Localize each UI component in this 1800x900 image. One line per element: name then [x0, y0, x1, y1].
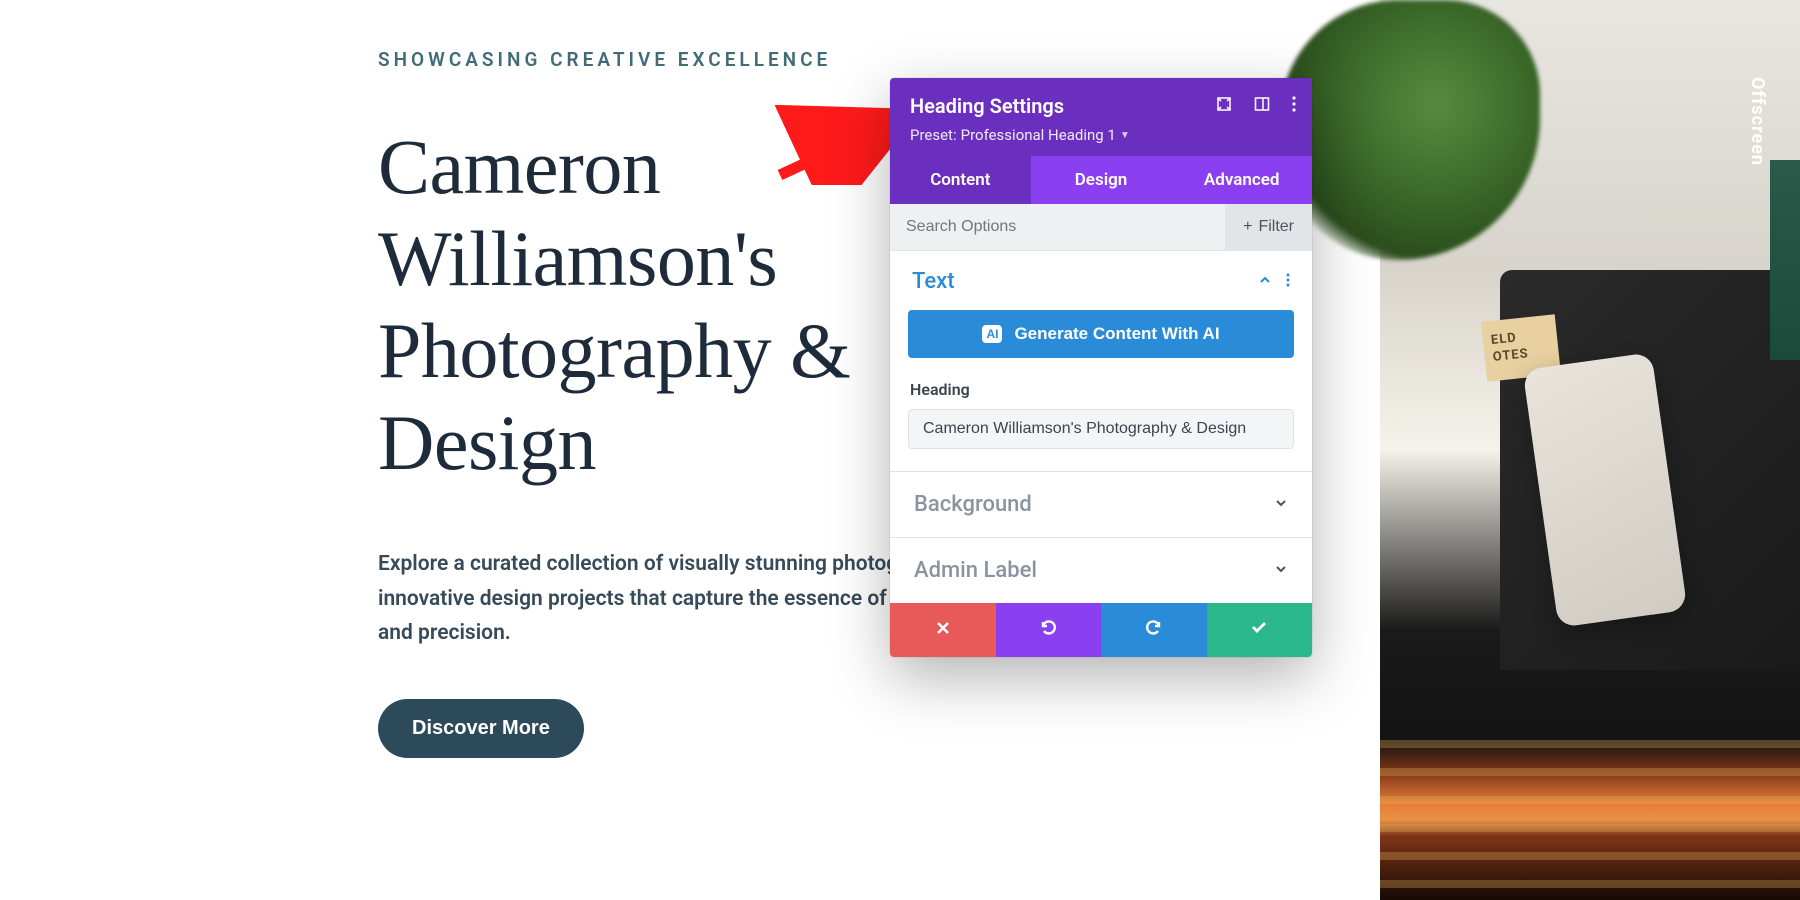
- check-icon: [1249, 617, 1269, 643]
- background-light-trails: [1380, 740, 1800, 900]
- filter-button[interactable]: + Filter: [1225, 204, 1312, 250]
- heading-settings-panel: Heading Settings Preset: Professional He…: [890, 78, 1312, 657]
- panel-footer: [890, 603, 1312, 657]
- admin-label-section[interactable]: Admin Label: [890, 537, 1312, 603]
- text-section-header[interactable]: Text: [890, 251, 1312, 304]
- dock-icon[interactable]: [1254, 96, 1270, 116]
- save-button[interactable]: [1207, 603, 1313, 657]
- chevron-down-icon: [1274, 561, 1288, 580]
- plus-icon: +: [1243, 218, 1252, 236]
- panel-tabs: Content Design Advanced: [890, 156, 1312, 204]
- preset-name: Professional Heading 1: [961, 126, 1116, 144]
- generate-ai-button[interactable]: AI Generate Content With AI: [908, 310, 1294, 358]
- ai-badge-icon: AI: [982, 325, 1002, 343]
- admin-label-section-title: Admin Label: [914, 558, 1037, 583]
- heading-input[interactable]: [908, 409, 1294, 449]
- filter-label: Filter: [1258, 218, 1294, 236]
- section-more-icon[interactable]: [1286, 272, 1290, 291]
- background-section-title: Background: [914, 492, 1032, 517]
- background-book-spine-text: Offscreen: [1747, 77, 1768, 166]
- undo-button[interactable]: [996, 603, 1102, 657]
- ai-button-label: Generate Content With AI: [1014, 324, 1219, 344]
- chevron-up-icon[interactable]: [1258, 272, 1272, 291]
- heading-field-label: Heading: [910, 380, 1294, 399]
- panel-header[interactable]: Heading Settings Preset: Professional He…: [890, 78, 1312, 156]
- search-input[interactable]: [890, 204, 1225, 250]
- tab-content[interactable]: Content: [890, 156, 1031, 204]
- expand-icon[interactable]: [1216, 96, 1232, 116]
- redo-icon: [1144, 617, 1164, 643]
- kicker-text: SHOWCASING CREATIVE EXCELLENCE: [378, 48, 1000, 71]
- chevron-down-icon: ▼: [1120, 130, 1130, 141]
- hero-content: SHOWCASING CREATIVE EXCELLENCE Cameron W…: [0, 0, 1000, 900]
- text-section-title: Text: [912, 269, 955, 294]
- cancel-button[interactable]: [890, 603, 996, 657]
- discover-more-button[interactable]: Discover More: [378, 699, 584, 758]
- tab-design[interactable]: Design: [1031, 156, 1172, 204]
- background-books: [1770, 160, 1800, 360]
- background-section[interactable]: Background: [890, 471, 1312, 537]
- more-icon[interactable]: [1292, 96, 1296, 116]
- chevron-down-icon: [1274, 495, 1288, 514]
- redo-button[interactable]: [1101, 603, 1207, 657]
- tab-advanced[interactable]: Advanced: [1171, 156, 1312, 204]
- panel-preset-selector[interactable]: Preset: Professional Heading 1 ▼: [910, 126, 1292, 144]
- search-bar: + Filter: [890, 204, 1312, 251]
- text-section-body: AI Generate Content With AI Heading: [890, 304, 1312, 471]
- preset-prefix: Preset:: [910, 126, 957, 144]
- undo-icon: [1038, 617, 1058, 643]
- close-icon: [935, 619, 951, 642]
